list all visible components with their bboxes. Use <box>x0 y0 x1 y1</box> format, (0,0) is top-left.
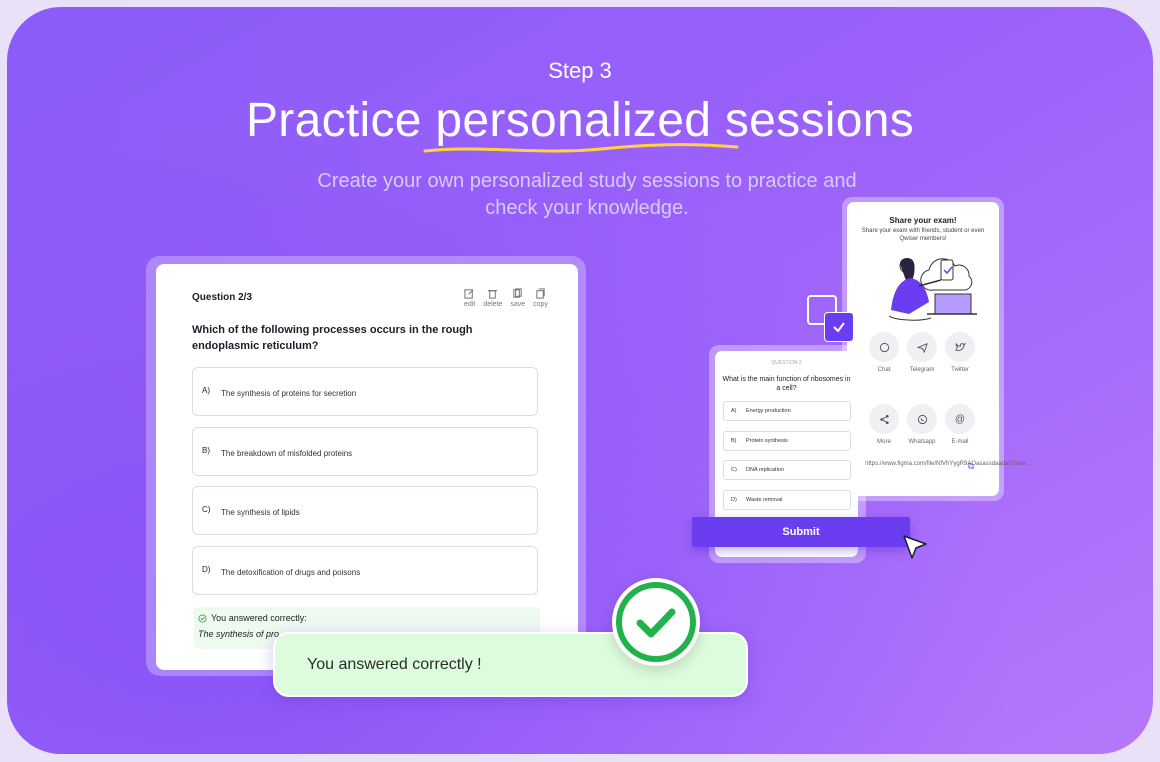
chat-icon <box>879 342 889 352</box>
telegram-icon <box>916 342 928 353</box>
twitter-icon <box>954 342 966 351</box>
copy-link-icon[interactable]: ⧉ <box>968 461 974 472</box>
share-chat-button[interactable]: Chat <box>869 332 899 373</box>
headline-highlight: personalized <box>435 94 712 147</box>
delete-button[interactable]: delete <box>483 288 502 308</box>
copy-icon <box>536 288 545 299</box>
checkbox-checked-icon <box>824 312 854 342</box>
edit-icon <box>464 289 474 299</box>
at-sign-icon: @ <box>945 404 975 434</box>
feedback-answer: The synthesis of pro <box>198 629 280 639</box>
page-title: Practice personalized sessions <box>7 93 1153 148</box>
share-card: Share your exam! Share your exam with fr… <box>847 202 1031 496</box>
answer-option-c[interactable]: C) The synthesis of lipids <box>192 486 538 535</box>
edit-button[interactable]: edit <box>464 288 475 308</box>
save-button[interactable]: save <box>510 288 525 308</box>
answer-option-d[interactable]: D) The detoxification of drugs and poiso… <box>192 546 538 595</box>
headline-start: Practice <box>245 94 422 147</box>
share-icon <box>879 414 889 424</box>
mouse-cursor-icon <box>903 535 927 559</box>
check-circle-icon <box>616 582 696 662</box>
mini-option-c[interactable]: C) DNA replication <box>723 460 851 480</box>
answer-option-b[interactable]: B) The breakdown of misfolded proteins <box>192 427 538 476</box>
share-subtitle: Share your exam with friends, student or… <box>861 228 985 242</box>
copy-button[interactable]: copy <box>533 288 548 308</box>
question-text: Which of the following processes occurs … <box>192 324 473 352</box>
share-telegram-button[interactable]: Telegram <box>907 332 937 373</box>
toast-text: You answered correctly ! <box>307 656 482 673</box>
share-more-button[interactable]: More <box>869 404 899 445</box>
bookmark-icon <box>513 288 522 298</box>
person-laptop-illustration <box>888 258 977 321</box>
trash-icon <box>488 290 498 299</box>
share-email-button[interactable]: @ E-mail <box>945 404 975 445</box>
step-label: Step 3 <box>548 58 612 83</box>
share-whatsapp-button[interactable]: Whatsapp <box>907 404 937 445</box>
subtitle: Create your own personalized study sessi… <box>317 170 857 219</box>
submit-button[interactable]: Submit <box>692 517 910 547</box>
mini-question-label: QUESTION 2 <box>771 360 802 366</box>
mini-option-b[interactable]: B) Protein synthesis <box>723 431 851 451</box>
share-link[interactable]: https://www.figma.com/file/NfVhYygR9AOas… <box>865 460 1031 468</box>
underline-squiggle <box>423 143 739 153</box>
headline-end: sessions <box>724 94 914 147</box>
mini-option-d[interactable]: D) Waste removal <box>723 490 851 510</box>
mini-question-text: What is the main function of ribosomes i… <box>722 376 851 392</box>
check-circle-icon <box>198 613 207 623</box>
share-title: Share your exam! <box>889 216 957 225</box>
share-twitter-button[interactable]: Twitter <box>945 332 975 373</box>
question-number: Question 2/3 <box>192 292 253 303</box>
question-toolbar: edit delete save copy <box>464 288 548 308</box>
mini-option-a[interactable]: A) Energy production <box>723 401 851 421</box>
question-card: Question 2/3 edit delete save copy Which… <box>156 264 578 670</box>
success-badge <box>612 578 700 666</box>
feedback-title: You answered correctly: <box>211 613 307 623</box>
whatsapp-icon <box>917 414 927 424</box>
answer-option-a[interactable]: A) The synthesis of proteins for secreti… <box>192 367 538 416</box>
